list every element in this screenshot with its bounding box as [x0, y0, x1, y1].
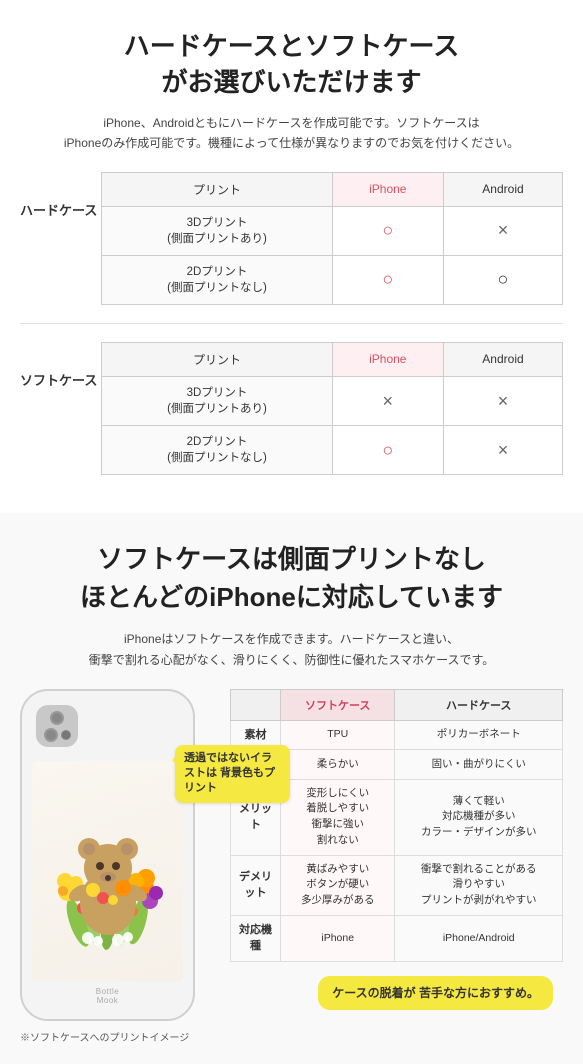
col-print-label2: プリント [102, 342, 332, 376]
table-row: 3Dプリント(側面プリントあり) × × [102, 376, 563, 425]
hard-row2-iphone: ○ [332, 255, 443, 304]
col-android-soft: Android [443, 342, 562, 376]
table-row: デメリット 黄ばみやすいボタンが硬い多少厚みがある 衝撃で割れることがある滑りや… [231, 855, 563, 915]
soft-merit: 変形しにくい着脱しやすい衝撃に強い割れない [281, 779, 395, 855]
phone-mockup: BottleMook [20, 689, 195, 1021]
section1-title: ハードケースとソフトケースがお選びいただけます [20, 28, 563, 101]
hard-row1-label: 3Dプリント(側面プリントあり) [102, 206, 332, 255]
hard-case-label: ハードケース [20, 172, 101, 219]
table-row: 3Dプリント(側面プリントあり) ○ × [102, 206, 563, 255]
compare-header-hard: ハードケース [395, 689, 563, 720]
hard-row1-iphone: ○ [332, 206, 443, 255]
col-iphone-soft: iPhone [332, 342, 443, 376]
section1: ハードケースとソフトケースがお選びいただけます iPhone、Androidとも… [0, 0, 583, 513]
soft-row2-label: 2Dプリント(側面プリントなし) [102, 426, 332, 475]
section2-desc: iPhoneはソフトケースを作成できます。ハードケースと違い、衝撃で割れる心配が… [20, 629, 563, 671]
soft-feature: 柔らかい [281, 750, 395, 780]
hard-case-section: ハードケース プリント iPhone Android 3Dプリント(側面プリント… [20, 172, 563, 305]
compare-table: ソフトケース ハードケース 素材 TPU ポリカーボネート 特徴 柔らかい 固い… [230, 689, 563, 962]
camera-lens-small [61, 730, 71, 740]
soft-row2-android: × [443, 426, 562, 475]
soft-material: TPU [281, 720, 395, 750]
section1-desc: iPhone、Androidともにハードケースを作成可能です。ソフトケースはiP… [20, 113, 563, 154]
col-android-hard: Android [443, 172, 562, 206]
hard-row1-android: × [443, 206, 562, 255]
hard-case-table: プリント iPhone Android 3Dプリント(側面プリントあり) ○ ×… [101, 172, 563, 305]
bottom-bubble: ケースの脱着が 苦手な方におすすめ。 [318, 976, 553, 1010]
hard-devices: iPhone/Android [395, 915, 563, 961]
hard-row2-android: ○ [443, 255, 562, 304]
soft-row1-iphone: × [332, 376, 443, 425]
section2-title: ソフトケースは側面プリントなしほとんどのiPhoneに対応しています [20, 541, 563, 616]
soft-row1-android: × [443, 376, 562, 425]
hard-merit: 薄くて軽い対応機種が多いカラー・デザインが多い [395, 779, 563, 855]
col-iphone-hard: iPhone [332, 172, 443, 206]
row-label-devices: 対応機種 [231, 915, 281, 961]
divider [20, 323, 563, 324]
soft-row2-iphone: ○ [332, 426, 443, 475]
phone-caption: ※ソフトケースへのプリントイメージ [20, 1029, 220, 1044]
col-print-label: プリント [102, 172, 332, 206]
soft-devices: iPhone [281, 915, 395, 961]
table-row: 2Dプリント(側面プリントなし) ○ ○ [102, 255, 563, 304]
row-label-demerit: デメリット [231, 855, 281, 915]
soft-demerit: 黄ばみやすいボタンが硬い多少厚みがある [281, 855, 395, 915]
soft-row1-label: 3Dプリント(側面プリントあり) [102, 376, 332, 425]
soft-case-section: ソフトケース プリント iPhone Android 3Dプリント(側面プリント… [20, 342, 563, 475]
compare-header-soft: ソフトケース [281, 689, 395, 720]
camera-lens-main [50, 711, 64, 725]
hard-row2-label: 2Dプリント(側面プリントなし) [102, 255, 332, 304]
bottom-bubble-wrap: ケースの脱着が 苦手な方におすすめ。 [230, 962, 563, 1010]
soft-case-table: プリント iPhone Android 3Dプリント(側面プリントあり) × ×… [101, 342, 563, 475]
section2: ソフトケースは側面プリントなしほとんどのiPhoneに対応しています iPhon… [0, 513, 583, 1063]
table-row: 対応機種 iPhone iPhone/Android [231, 915, 563, 961]
phone-bubble: 透過ではないイラストは 背景色もプリント [175, 745, 290, 803]
compare-header-empty [231, 689, 281, 720]
bear-flower-illustration [38, 783, 178, 958]
table-row: 2Dプリント(側面プリントなし) ○ × [102, 426, 563, 475]
hard-feature: 固い・曲がりにくい [395, 750, 563, 780]
phone-brand-text: BottleMook [32, 987, 183, 1005]
camera-module [36, 705, 78, 747]
phone-screen [32, 761, 183, 981]
phone-compare-wrap: 透過ではないイラストは 背景色もプリント [20, 689, 563, 1044]
phone-illustration-col: 透過ではないイラストは 背景色もプリント [20, 689, 220, 1044]
hard-material: ポリカーボネート [395, 720, 563, 750]
compare-table-col: ソフトケース ハードケース 素材 TPU ポリカーボネート 特徴 柔らかい 固い… [230, 689, 563, 1010]
camera-lens-secondary [44, 728, 58, 742]
soft-case-label: ソフトケース [20, 342, 101, 389]
hard-demerit: 衝撃で割れることがある滑りやすいプリントが剥がれやすい [395, 855, 563, 915]
